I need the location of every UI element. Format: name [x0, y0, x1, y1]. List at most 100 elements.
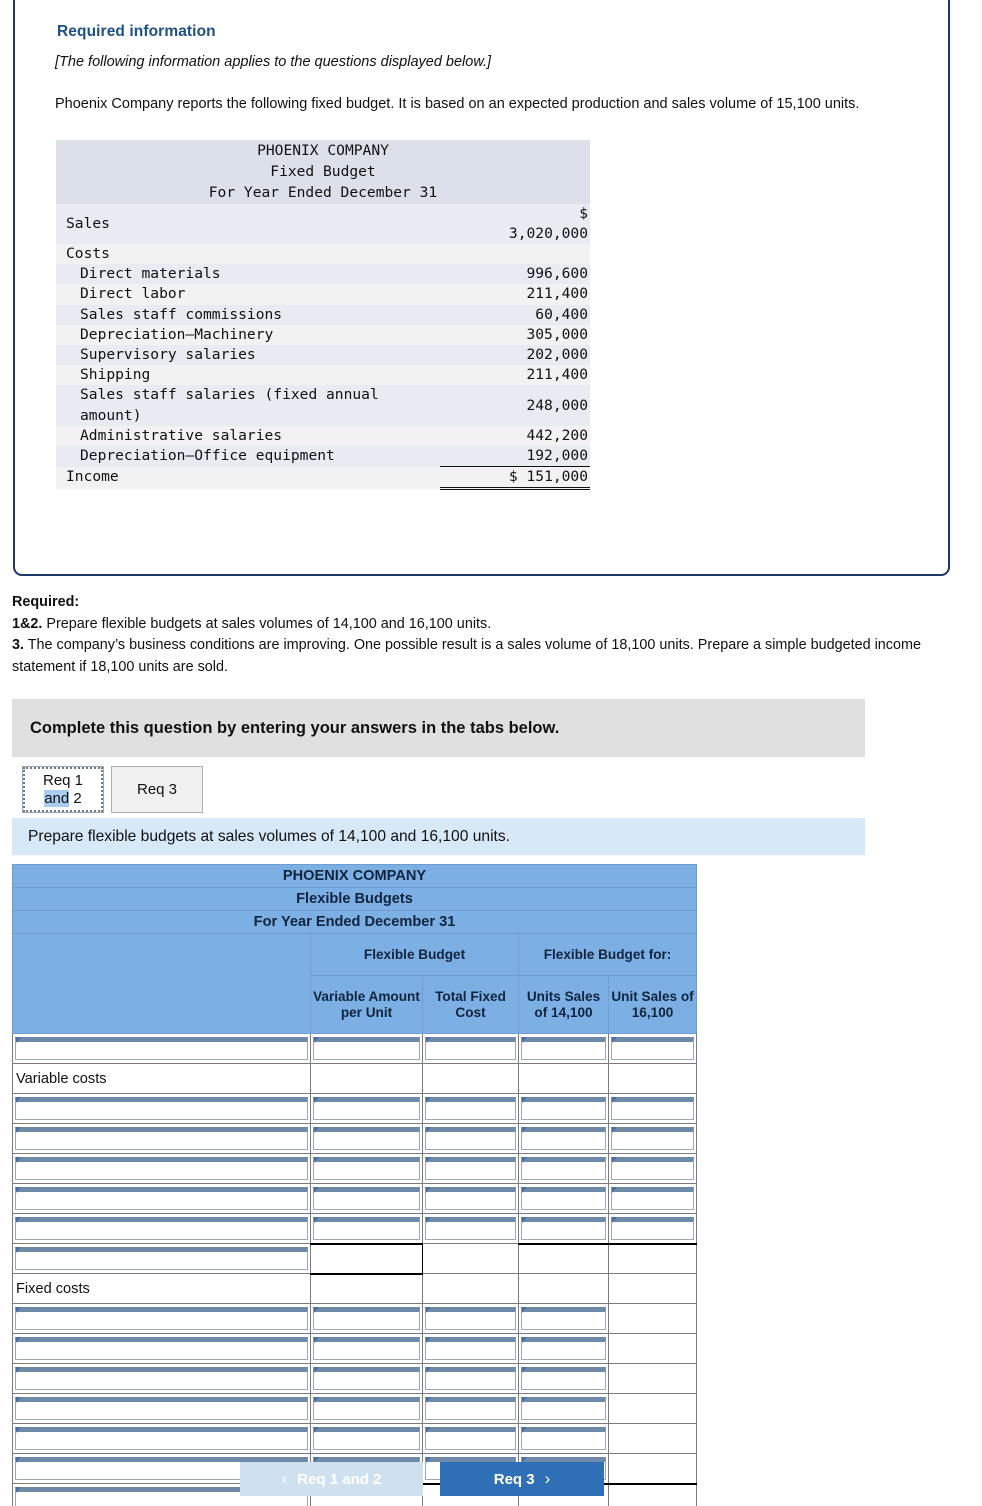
prev-req-1-and-2-button[interactable]: ‹ Req 1 and 2: [240, 1462, 423, 1496]
row-label-input[interactable]: [15, 1307, 308, 1330]
row-var-input[interactable]: [313, 1157, 420, 1180]
next-req-3-button[interactable]: Req 3 ›: [440, 1462, 604, 1496]
worksheet-cell[interactable]: [422, 1123, 519, 1154]
row-16100-input[interactable]: [611, 1127, 695, 1150]
worksheet-cell[interactable]: [422, 1363, 519, 1394]
worksheet-cell[interactable]: [518, 1423, 609, 1454]
worksheet-cell[interactable]: [422, 1033, 519, 1064]
worksheet-cell[interactable]: [607, 1183, 698, 1214]
row-label-input[interactable]: [15, 1337, 308, 1360]
worksheet-cell[interactable]: [518, 1333, 609, 1364]
worksheet-cell[interactable]: [422, 1153, 519, 1184]
row-16100-input[interactable]: [611, 1097, 695, 1120]
worksheet-cell[interactable]: [607, 1123, 698, 1154]
worksheet-cell[interactable]: [310, 1393, 423, 1424]
row-fixed-input[interactable]: [425, 1367, 516, 1390]
row-var-input[interactable]: [313, 1367, 420, 1390]
worksheet-cell[interactable]: [12, 1153, 311, 1184]
worksheet-cell[interactable]: [607, 1033, 698, 1064]
worksheet-cell[interactable]: [607, 1213, 698, 1245]
worksheet-cell[interactable]: [422, 1423, 519, 1454]
worksheet-cell[interactable]: [12, 1243, 311, 1274]
tab-req-3[interactable]: Req 3: [111, 766, 203, 813]
worksheet-cell[interactable]: [518, 1303, 609, 1334]
worksheet-cell[interactable]: [12, 1363, 311, 1394]
worksheet-cell[interactable]: [12, 1213, 311, 1244]
row-fixed-input[interactable]: [425, 1217, 516, 1240]
row-var-input[interactable]: [313, 1187, 420, 1210]
row-14100-input[interactable]: [521, 1127, 606, 1150]
worksheet-cell[interactable]: [310, 1363, 423, 1394]
row1-14100-input[interactable]: [521, 1037, 606, 1060]
row-var-input[interactable]: [313, 1097, 420, 1120]
worksheet-cell[interactable]: [310, 1423, 423, 1454]
worksheet-cell[interactable]: [518, 1093, 609, 1124]
row-14100-input[interactable]: [521, 1187, 606, 1210]
worksheet-cell[interactable]: [310, 1333, 423, 1364]
worksheet-cell[interactable]: [12, 1333, 311, 1364]
worksheet-cell[interactable]: [422, 1183, 519, 1214]
row-14100-input[interactable]: [521, 1427, 606, 1450]
row-14100-input[interactable]: [521, 1157, 606, 1180]
row-var-input[interactable]: [313, 1217, 420, 1240]
worksheet-cell[interactable]: [310, 1123, 423, 1154]
worksheet-cell[interactable]: [310, 1243, 423, 1275]
row-var-input[interactable]: [313, 1337, 420, 1360]
row-16100-input[interactable]: [611, 1157, 695, 1180]
subtotal-label-input[interactable]: [15, 1247, 308, 1270]
row-label-input[interactable]: [15, 1127, 308, 1150]
row-fixed-input[interactable]: [425, 1307, 516, 1330]
row-fixed-input[interactable]: [425, 1187, 516, 1210]
worksheet-cell[interactable]: [518, 1363, 609, 1394]
worksheet-cell[interactable]: [12, 1303, 311, 1334]
tab-req-1-and-2[interactable]: Req 1 and 2: [22, 766, 104, 813]
row-fixed-input[interactable]: [425, 1337, 516, 1360]
row-label-input[interactable]: [15, 1397, 308, 1420]
worksheet-cell[interactable]: [310, 1093, 423, 1124]
worksheet-cell[interactable]: [607, 1093, 698, 1124]
row-fixed-input[interactable]: [425, 1397, 516, 1420]
row-16100-input[interactable]: [611, 1217, 695, 1240]
row1-var-input[interactable]: [313, 1037, 420, 1060]
row1-16100-input[interactable]: [611, 1037, 695, 1060]
row-14100-input[interactable]: [521, 1337, 606, 1360]
worksheet-cell[interactable]: [518, 1183, 609, 1214]
row-16100-input[interactable]: [611, 1187, 695, 1210]
row-fixed-input[interactable]: [425, 1427, 516, 1450]
worksheet-cell[interactable]: [310, 1153, 423, 1184]
row-var-input[interactable]: [313, 1127, 420, 1150]
worksheet-cell[interactable]: [12, 1123, 311, 1154]
worksheet-cell[interactable]: [12, 1393, 311, 1424]
worksheet-cell[interactable]: [310, 1183, 423, 1214]
worksheet-cell[interactable]: [310, 1303, 423, 1334]
worksheet-cell[interactable]: [422, 1303, 519, 1334]
worksheet-cell[interactable]: [12, 1423, 311, 1454]
worksheet-cell[interactable]: [12, 1093, 311, 1124]
worksheet-cell[interactable]: [422, 1093, 519, 1124]
row-fixed-input[interactable]: [425, 1127, 516, 1150]
row-label-input[interactable]: [15, 1217, 308, 1240]
worksheet-cell[interactable]: [518, 1213, 609, 1245]
row-label-input[interactable]: [15, 1187, 308, 1210]
worksheet-cell[interactable]: [422, 1213, 519, 1244]
worksheet-cell[interactable]: [12, 1183, 311, 1214]
row-var-input[interactable]: [313, 1307, 420, 1330]
row-label-input[interactable]: [15, 1367, 308, 1390]
row-14100-input[interactable]: [521, 1397, 606, 1420]
row1-label-input[interactable]: [15, 1037, 308, 1060]
worksheet-cell[interactable]: [310, 1213, 423, 1245]
worksheet-cell[interactable]: [518, 1393, 609, 1424]
row-14100-input[interactable]: [521, 1367, 606, 1390]
worksheet-cell[interactable]: [607, 1153, 698, 1184]
row1-fixed-input[interactable]: [425, 1037, 516, 1060]
row-14100-input[interactable]: [521, 1097, 606, 1120]
row-label-input[interactable]: [15, 1427, 308, 1450]
worksheet-cell[interactable]: [12, 1033, 311, 1064]
worksheet-cell[interactable]: [422, 1333, 519, 1364]
row-fixed-input[interactable]: [425, 1097, 516, 1120]
row-label-input[interactable]: [15, 1157, 308, 1180]
worksheet-cell[interactable]: [422, 1393, 519, 1424]
row-var-input[interactable]: [313, 1427, 420, 1450]
worksheet-cell[interactable]: [310, 1033, 423, 1064]
row-14100-input[interactable]: [521, 1217, 606, 1240]
